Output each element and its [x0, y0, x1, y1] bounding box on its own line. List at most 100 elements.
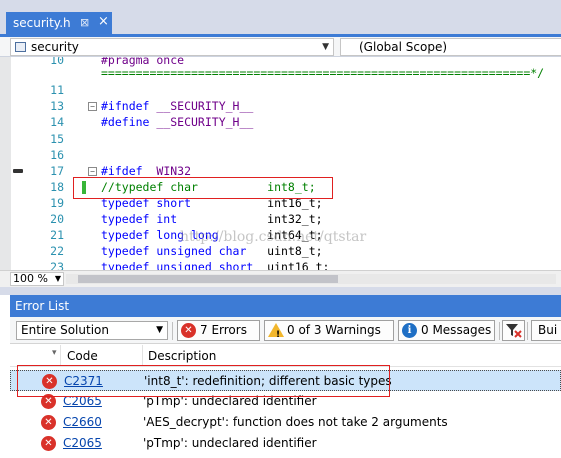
highlight-box-first-error	[17, 365, 390, 397]
code-line[interactable]: 22 typedef unsigned char uint8_t;	[0, 243, 561, 259]
warning-glyph: !	[276, 330, 281, 340]
navigation-bar: security ▼ (Global Scope)	[0, 37, 561, 57]
code-line[interactable]: 15	[0, 131, 561, 147]
errors-filter-button[interactable]: ✕ 7 Errors	[177, 320, 260, 341]
line-number: 21	[50, 228, 64, 242]
chevron-down-icon: ▼	[156, 325, 163, 335]
code-line[interactable]: 16	[0, 147, 561, 163]
code-token: #ifndef	[101, 99, 157, 113]
line-number: 14	[50, 115, 64, 129]
code-token: __SECURITY_H__	[156, 99, 254, 113]
messages-label: 0 Messages	[421, 323, 492, 337]
error-description: 'pTmp': undeclared identifier	[143, 436, 317, 450]
document-tab-strip: security.h ⊠ ×	[0, 0, 561, 34]
code-token: __SECURITY_H__	[156, 115, 254, 129]
warnings-label: 0 of 3 Warnings	[287, 323, 381, 337]
margin-marker-icon	[13, 169, 23, 173]
code-text: #ifndef __SECURITY_H__	[101, 98, 253, 114]
line-number: 23	[50, 260, 64, 270]
error-list-title-bar: Error List	[10, 295, 561, 317]
line-number: 13	[50, 99, 64, 113]
code-token: ========================================…	[101, 66, 545, 80]
filter-clear-icon	[506, 324, 522, 338]
code-token: _WIN32	[149, 164, 192, 178]
error-icon: ✕	[181, 323, 196, 338]
horizontal-scrollbar[interactable]	[66, 274, 556, 284]
code-text: typedef unsigned char uint8_t;	[101, 243, 323, 259]
line-number: 20	[50, 212, 64, 226]
tab-title: security.h	[13, 16, 71, 30]
error-icon: ✕	[41, 415, 56, 430]
error-list-toolbar: Entire Solution ▼ ✕ 7 Errors ! 0 of 3 Wa…	[10, 317, 561, 344]
highlight-box-line-18	[73, 177, 333, 199]
project-icon	[15, 42, 26, 52]
collapse-icon[interactable]: −	[88, 102, 97, 111]
global-scope-dropdown[interactable]: (Global Scope)	[340, 38, 561, 56]
code-token: typedef unsigned short	[101, 260, 268, 270]
error-code-link[interactable]: C2660	[63, 412, 102, 433]
toolbar-divider	[172, 322, 173, 340]
collapse-icon[interactable]: −	[88, 167, 97, 176]
global-scope-value: (Global Scope)	[359, 40, 448, 54]
column-header-description[interactable]: Description	[142, 345, 561, 367]
scope-value: Entire Solution	[21, 323, 109, 337]
code-token: #ifdef	[101, 164, 150, 178]
code-token: uint8_t;	[267, 244, 323, 258]
code-line[interactable]: ========================================…	[0, 65, 561, 81]
code-editor[interactable]: 10 #pragma once ==========================…	[0, 57, 561, 270]
code-token: uint16_t;	[267, 260, 330, 270]
build-label: Bui	[538, 323, 558, 337]
panel-splitter[interactable]	[0, 287, 561, 295]
code-line[interactable]: 13 − #ifndef __SECURITY_H__	[0, 98, 561, 114]
line-number: 18	[50, 180, 64, 194]
zoom-dropdown[interactable]: 100 % ▼	[10, 272, 64, 286]
scope-dropdown[interactable]: Entire Solution ▼	[16, 321, 168, 340]
line-number: 19	[50, 196, 64, 210]
code-token: typedef int	[101, 212, 268, 226]
error-row[interactable]: ✕ C2660 'AES_decrypt': function does not t…	[10, 412, 561, 433]
code-line[interactable]: 23 typedef unsigned short uint16_t;	[0, 259, 561, 270]
line-number: 16	[50, 148, 64, 162]
clear-filter-button[interactable]	[502, 320, 525, 341]
error-list-column-header: ▾ Code Description	[10, 345, 561, 367]
scrollbar-thumb[interactable]	[78, 275, 338, 283]
error-code-link[interactable]: C2065	[63, 433, 102, 454]
file-scope-dropdown[interactable]: security ▼	[10, 38, 334, 56]
code-text: #define __SECURITY_H__	[101, 114, 253, 130]
watermark-text: http://blog.csdn.net/qtstar	[180, 229, 367, 245]
code-text: typedef int int32_t;	[101, 211, 323, 227]
zoom-value: 100 %	[13, 272, 48, 285]
code-token: int32_t;	[267, 212, 323, 226]
error-description: 'AES_decrypt': function does not take 2 …	[143, 415, 448, 429]
column-header-code[interactable]: Code	[60, 345, 98, 367]
editor-status-bar: 100 % ▼	[0, 270, 561, 287]
code-line[interactable]: 20 typedef int int32_t;	[0, 211, 561, 227]
error-row[interactable]: ✕ C2065 'pTmp': undeclared identifier	[10, 433, 561, 454]
line-number: 15	[50, 132, 64, 146]
error-list-title: Error List	[15, 299, 70, 313]
chevron-down-icon: ▼	[322, 42, 329, 52]
build-intellisense-dropdown[interactable]: Bui	[531, 320, 561, 341]
info-icon: i	[402, 323, 417, 338]
close-icon[interactable]: ×	[98, 11, 109, 33]
warnings-filter-button[interactable]: ! 0 of 3 Warnings	[264, 320, 394, 341]
error-icon: ✕	[41, 436, 56, 451]
sort-icon[interactable]: ▾	[52, 348, 57, 358]
errors-label: 7 Errors	[200, 323, 247, 337]
code-text: typedef unsigned short uint16_t;	[101, 259, 329, 270]
pin-icon[interactable]: ⊠	[80, 12, 89, 34]
chevron-down-icon: ▼	[54, 274, 61, 283]
toolbar-divider	[527, 322, 528, 340]
code-line[interactable]: 14 #define __SECURITY_H__	[0, 114, 561, 130]
code-line[interactable]: 11	[0, 82, 561, 98]
file-scope-value: security	[31, 40, 79, 54]
code-text: ========================================…	[101, 65, 544, 81]
code-token: typedef unsigned char	[101, 244, 268, 258]
line-number: 11	[50, 83, 64, 97]
messages-filter-button[interactable]: i 0 Messages	[398, 320, 495, 341]
code-token: #define	[101, 115, 157, 129]
tab-security-h[interactable]: security.h ⊠ ×	[6, 12, 112, 34]
toolbar-divider	[499, 322, 500, 340]
line-number: 22	[50, 244, 64, 258]
line-number: 17	[50, 164, 64, 178]
